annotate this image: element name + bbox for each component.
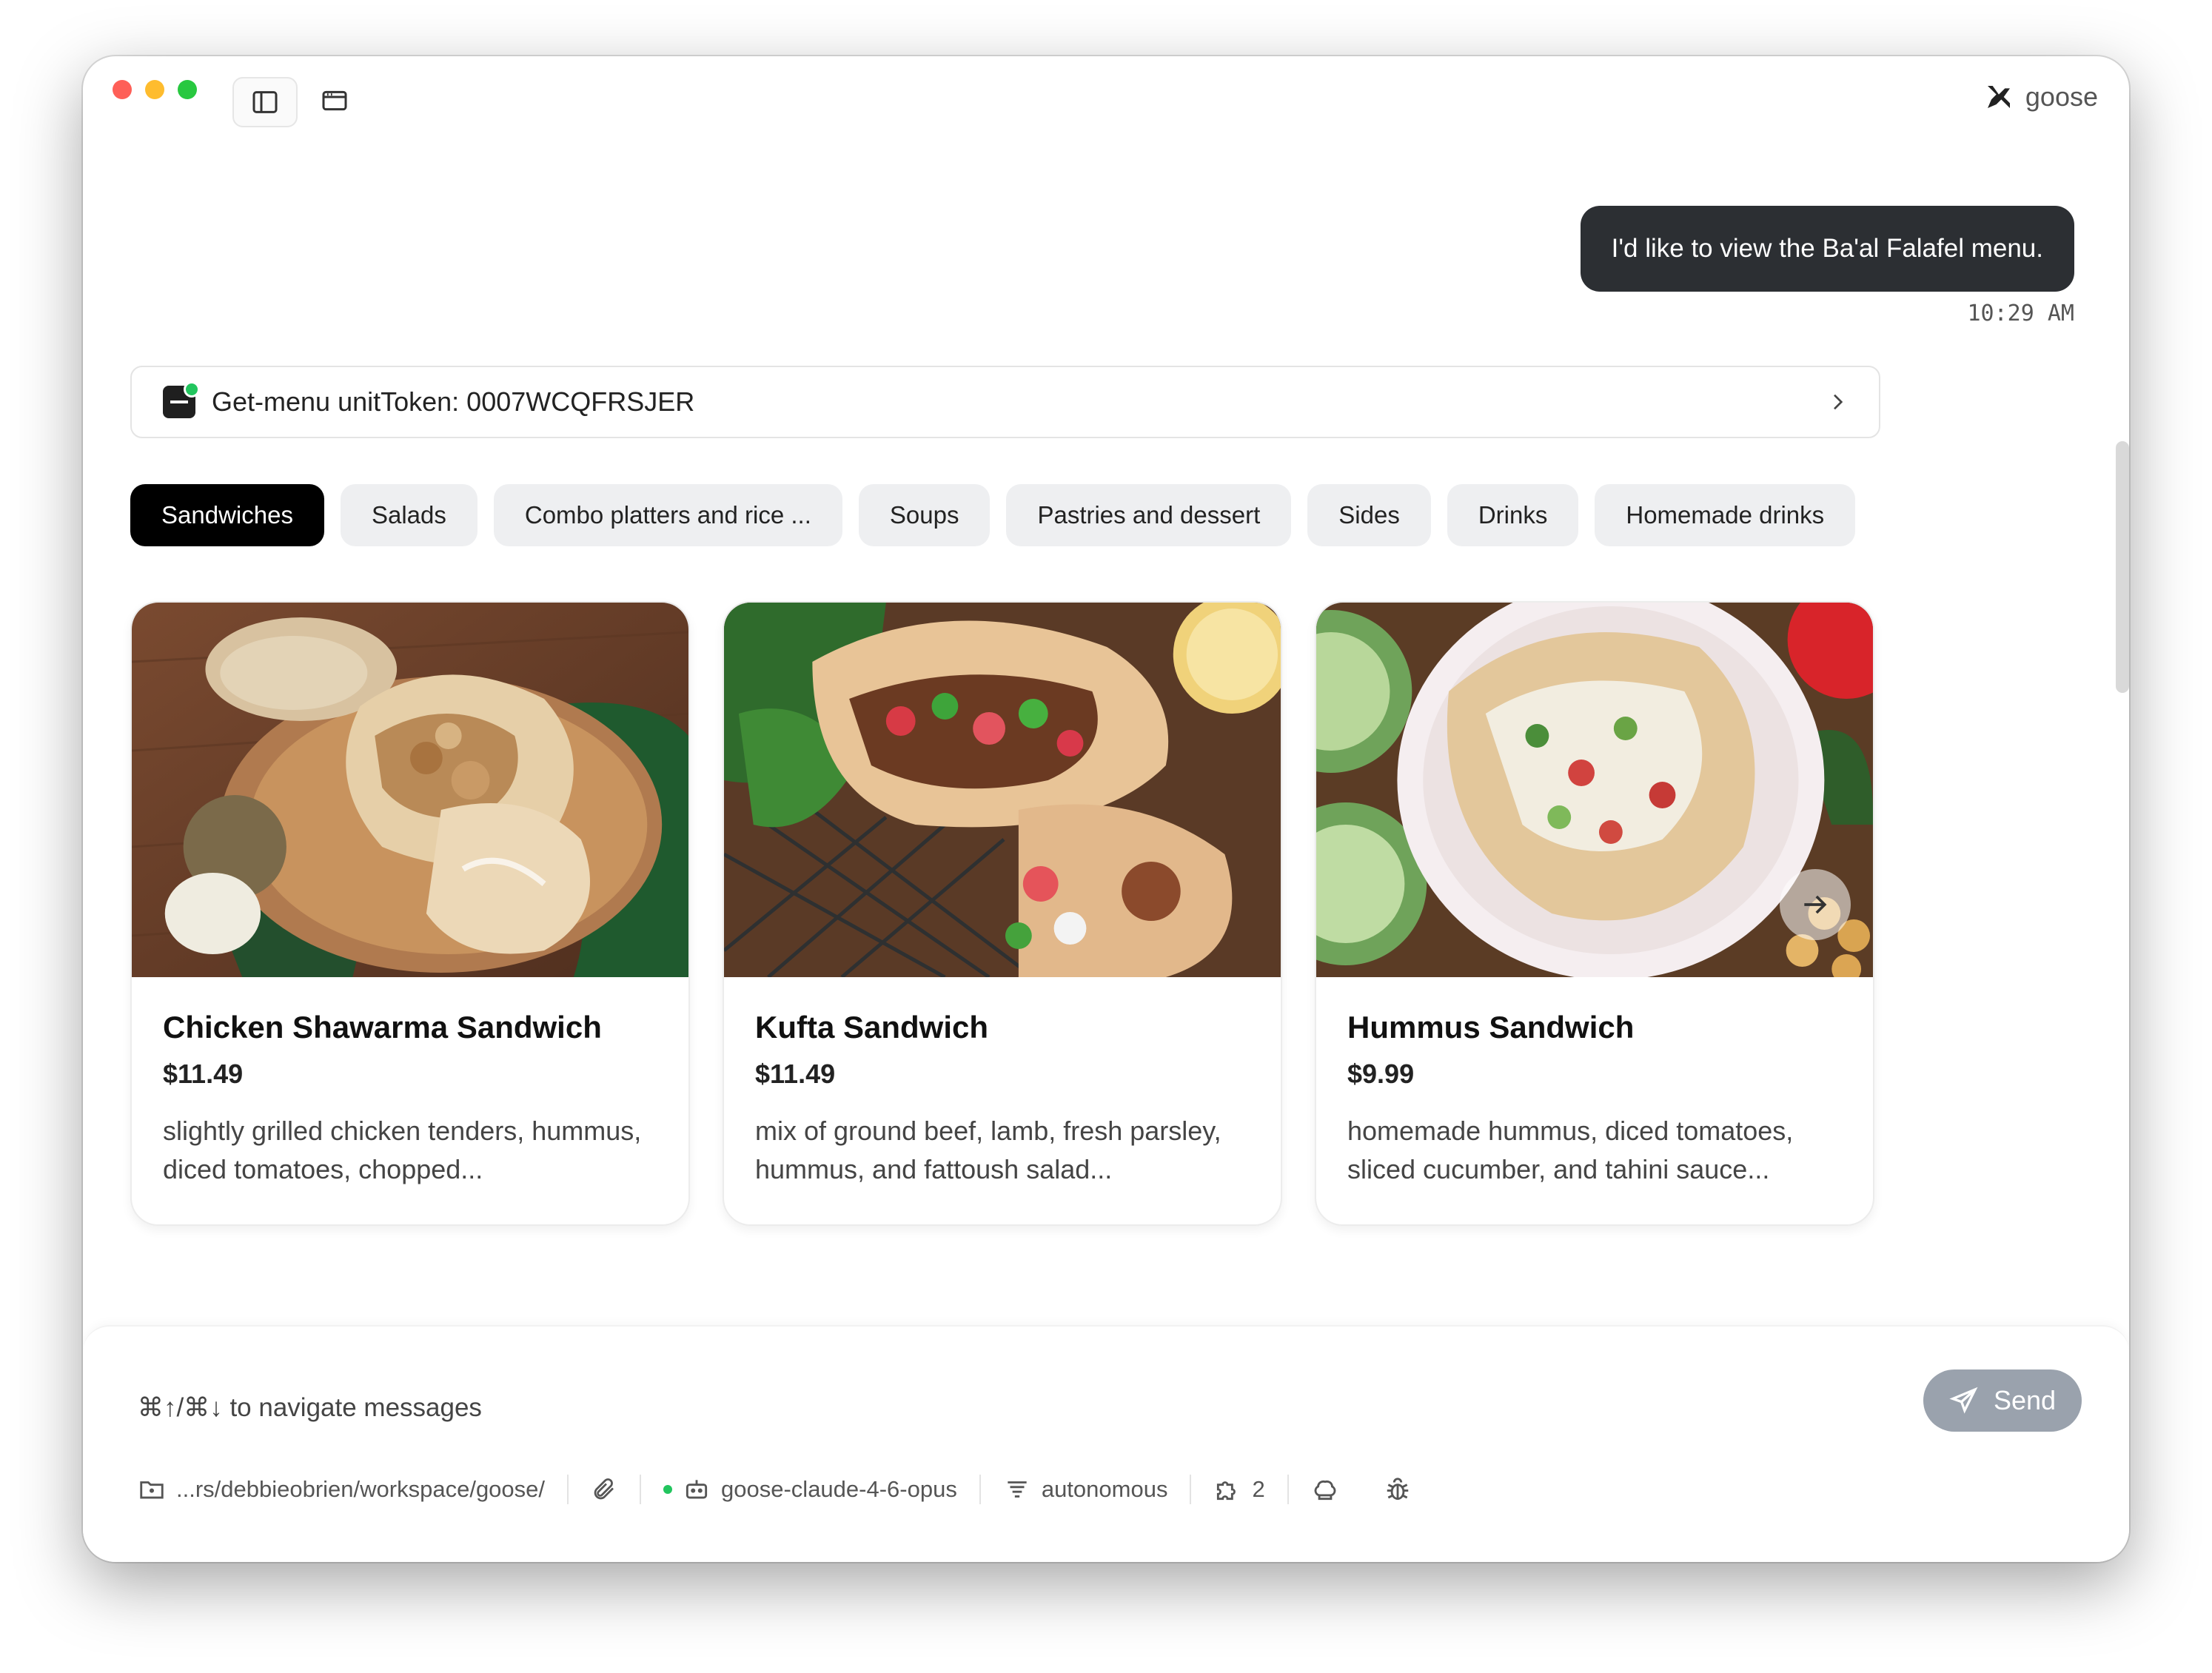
divider	[640, 1475, 642, 1504]
tab-soups[interactable]: Soups	[858, 484, 991, 546]
divider	[979, 1475, 981, 1504]
message-timestamp: 10:29 AM	[1967, 301, 2075, 326]
tool-call-row[interactable]: Get-menu unitToken: 0007WCQFRSJER	[130, 366, 1880, 438]
user-message-bubble: I'd like to view the Ba'al Falafel menu.	[1580, 206, 2074, 292]
mode-selector[interactable]: autonomous	[1003, 1475, 1168, 1503]
divider	[1287, 1475, 1289, 1504]
recipe-button[interactable]	[1311, 1475, 1339, 1503]
chef-hat-icon	[1314, 1480, 1336, 1501]
toggle-sidebar-button[interactable]	[232, 77, 298, 127]
kufta-sandwich-image	[724, 603, 1281, 977]
sidebar-icon	[252, 91, 278, 113]
item-description: homemade hummus, diced tomatoes, sliced …	[1347, 1116, 1794, 1184]
folder-icon	[140, 1481, 164, 1499]
goose-logo-icon	[1987, 86, 2010, 108]
new-window-button[interactable]	[304, 77, 366, 124]
item-description: slightly grilled chicken tenders, hummus…	[163, 1116, 642, 1184]
menu-item-card[interactable]: Kufta Sandwich $11.49 mix of ground beef…	[723, 601, 1282, 1226]
divider	[567, 1475, 569, 1504]
app-brand: goose	[1984, 81, 2098, 113]
menu-item-card[interactable]: Hummus Sandwich $9.99 homemade hummus, d…	[1315, 601, 1874, 1226]
item-price: $9.99	[1347, 1059, 1415, 1089]
extensions-button[interactable]: 2	[1213, 1475, 1265, 1503]
status-dot	[663, 1485, 673, 1494]
composer: ⌘↑/⌘↓ to navigate messages Send ...rs/de…	[83, 1325, 2129, 1562]
send-button[interactable]: Send	[1923, 1369, 2082, 1432]
menu-item-cards: Chicken Shawarma Sandwich $11.49 slightl…	[130, 601, 1874, 1226]
bot-icon	[686, 1480, 708, 1499]
mode-filter-icon	[1008, 1481, 1027, 1498]
puzzle-icon	[1217, 1481, 1236, 1501]
carousel-next-button[interactable]	[1780, 869, 1851, 940]
status-dot	[184, 381, 200, 398]
item-price: $11.49	[755, 1059, 836, 1089]
send-label: Send	[1993, 1385, 2057, 1415]
send-icon	[1949, 1387, 1978, 1414]
tool-call-label: Get-menu unitToken: 0007WCQFRSJER	[212, 386, 695, 417]
item-description: mix of ground beef, lamb, fresh parsley,…	[755, 1116, 1221, 1184]
close-window-button[interactable]	[113, 80, 132, 99]
app-name: goose	[2025, 81, 2098, 112]
app-window: goose I'd like to view the Ba'al Falafel…	[83, 56, 2129, 1562]
chevron-right-icon	[1834, 394, 1843, 410]
user-message-text: I'd like to view the Ba'al Falafel menu.	[1611, 234, 2043, 263]
model-name: goose-claude-4-6-opus	[721, 1476, 957, 1502]
tab-drinks[interactable]: Drinks	[1447, 484, 1579, 546]
item-name: Hummus Sandwich	[1347, 1010, 1635, 1045]
tab-homemade-drinks[interactable]: Homemade drinks	[1595, 484, 1856, 546]
window-controls	[113, 80, 197, 99]
bug-icon	[1387, 1478, 1408, 1501]
window-icon	[322, 90, 347, 111]
tab-pastries[interactable]: Pastries and dessert	[1006, 484, 1292, 546]
paperclip-icon	[594, 1478, 614, 1500]
divider	[1190, 1475, 1192, 1504]
directory-path: ...rs/debbieobrien/workspace/goose/	[176, 1476, 546, 1502]
extensions-count: 2	[1252, 1476, 1265, 1502]
tab-combo-platters[interactable]: Combo platters and rice ...	[493, 484, 842, 546]
directory-selector[interactable]: ...rs/debbieobrien/workspace/goose/	[138, 1475, 545, 1503]
status-footer: ...rs/debbieobrien/workspace/goose/ goos…	[138, 1475, 1412, 1504]
minimize-window-button[interactable]	[145, 80, 164, 99]
tab-sandwiches[interactable]: Sandwiches	[130, 484, 324, 546]
item-name: Chicken Shawarma Sandwich	[163, 1010, 602, 1045]
menu-item-card[interactable]: Chicken Shawarma Sandwich $11.49 slightl…	[130, 601, 690, 1226]
chicken-shawarma-image	[132, 603, 688, 977]
item-name: Kufta Sandwich	[755, 1010, 989, 1045]
menu-category-tabs: Sandwiches Salads Combo platters and ric…	[130, 484, 1856, 546]
tab-sides[interactable]: Sides	[1307, 484, 1431, 546]
scrollbar[interactable]	[2116, 441, 2129, 693]
hummus-sandwich-image	[1316, 603, 1873, 977]
model-selector[interactable]: goose-claude-4-6-opus	[663, 1475, 957, 1503]
debug-button[interactable]	[1384, 1475, 1412, 1503]
item-price: $11.49	[163, 1059, 244, 1089]
arrow-right-icon	[1804, 895, 1827, 914]
attach-button[interactable]	[591, 1476, 617, 1503]
maximize-window-button[interactable]	[178, 80, 197, 99]
mode-name: autonomous	[1041, 1476, 1168, 1502]
terminal-icon	[163, 381, 200, 418]
message-input[interactable]: ⌘↑/⌘↓ to navigate messages	[138, 1393, 482, 1423]
tab-salads[interactable]: Salads	[340, 484, 477, 546]
